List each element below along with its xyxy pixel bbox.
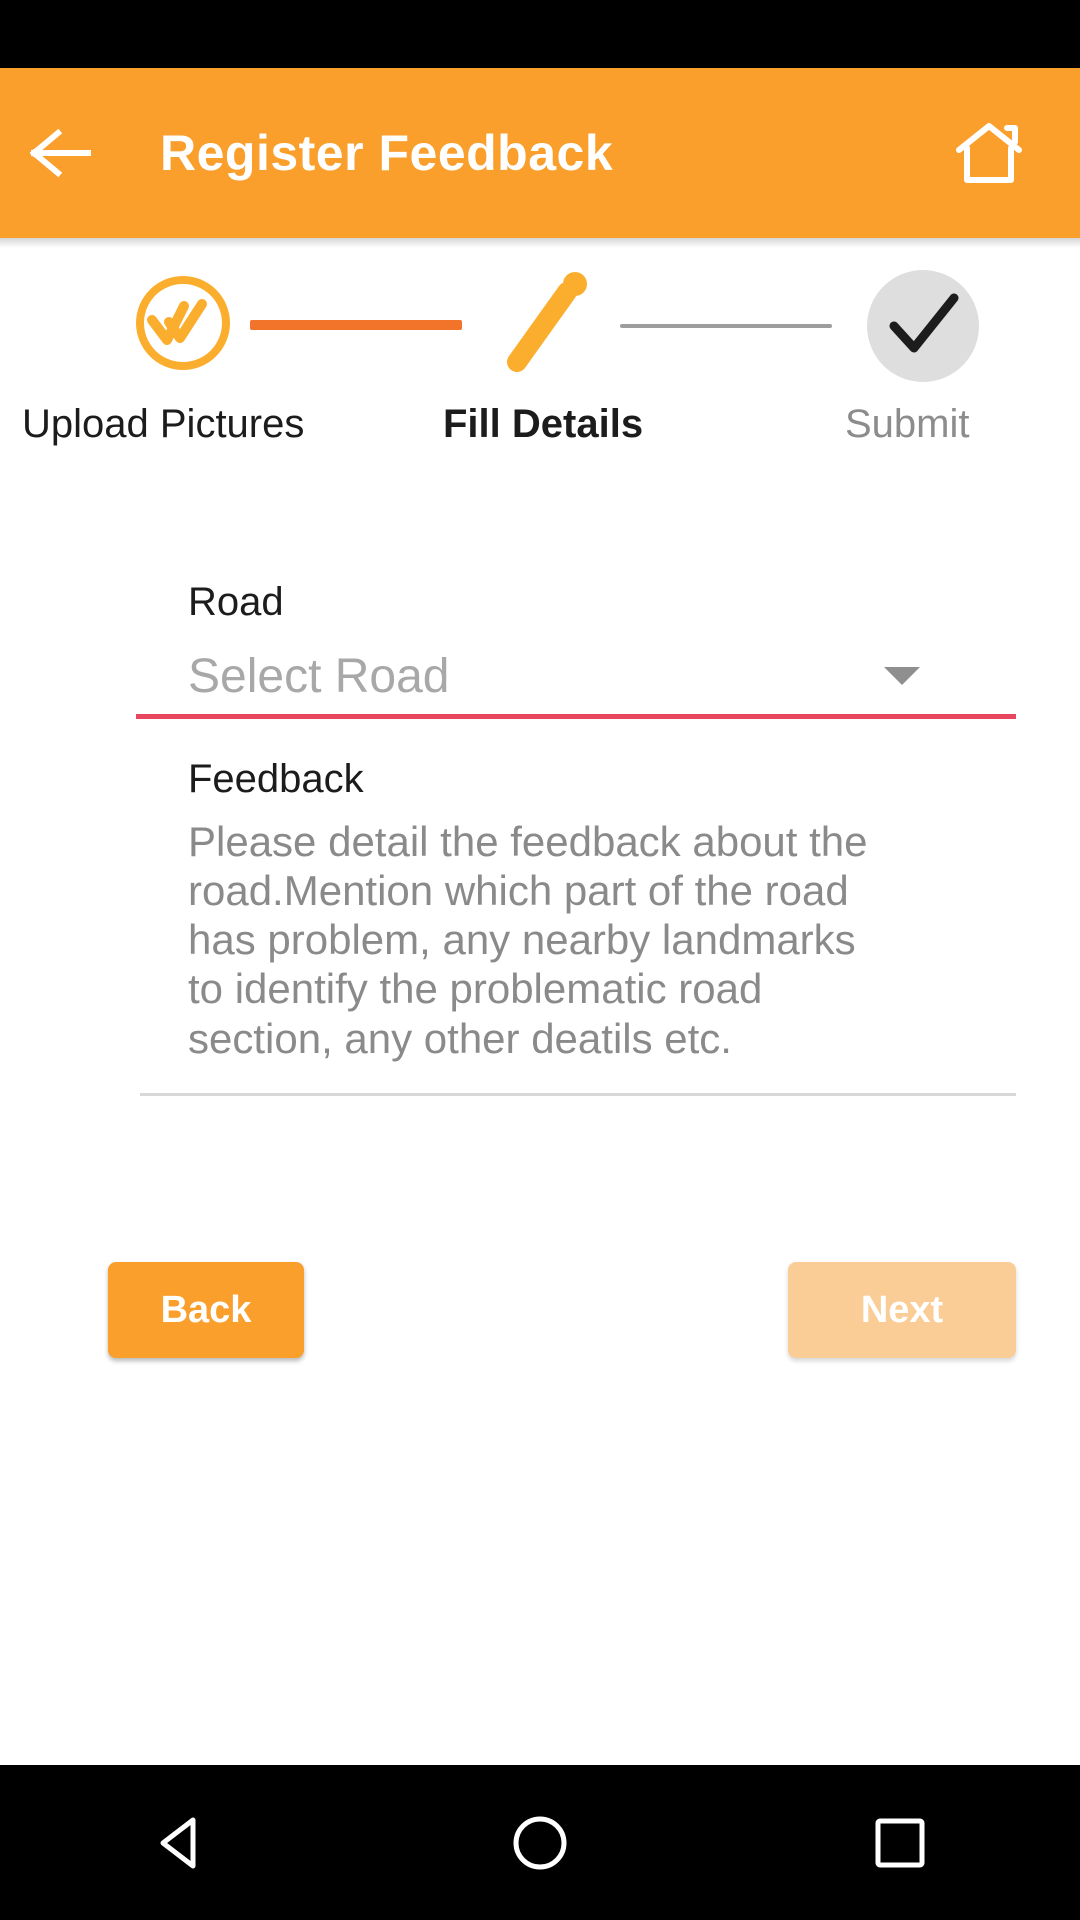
app-bar: Register Feedback bbox=[0, 68, 1080, 238]
app-screen: Register Feedback Upload Pictures Fill D… bbox=[0, 0, 1080, 1920]
form-actions: Back Next bbox=[0, 1262, 1080, 1382]
check-circle-icon bbox=[867, 270, 979, 382]
square-recents-icon bbox=[875, 1818, 925, 1867]
page-title: Register Feedback bbox=[160, 125, 614, 181]
road-dropdown-value: Select Road bbox=[188, 649, 450, 703]
nav-recents-button[interactable] bbox=[825, 1765, 975, 1920]
step-indicator-fill-details[interactable] bbox=[495, 262, 595, 389]
home-icon bbox=[956, 123, 1022, 183]
home-button[interactable] bbox=[946, 110, 1032, 196]
android-status-bar bbox=[0, 0, 1080, 68]
pencil-icon bbox=[507, 272, 587, 372]
triangle-back-icon bbox=[160, 1817, 196, 1868]
stepper-connector-completed bbox=[250, 320, 462, 330]
nav-back-button[interactable] bbox=[105, 1765, 255, 1920]
step-label-fill-details: Fill Details bbox=[443, 402, 644, 446]
chevron-down-icon[interactable] bbox=[884, 667, 920, 685]
next-button-action[interactable]: Next bbox=[788, 1262, 1016, 1358]
stepper-labels: Upload Pictures Fill Details Submit bbox=[0, 402, 1080, 472]
feedback-underline bbox=[140, 1092, 1016, 1096]
progress-stepper: Upload Pictures Fill Details Submit bbox=[0, 262, 1080, 472]
step-indicator-submit[interactable] bbox=[862, 262, 984, 389]
circle-home-icon bbox=[513, 1816, 567, 1869]
feedback-form: Road Select Road Feedback Please detail … bbox=[0, 580, 1080, 1096]
step-label-submit: Submit bbox=[845, 402, 970, 446]
back-button-action[interactable]: Back bbox=[108, 1262, 304, 1358]
feedback-textarea[interactable]: Please detail the feedback about the roa… bbox=[68, 817, 1012, 1063]
feedback-label: Feedback bbox=[188, 757, 364, 801]
road-field: Road Select Road bbox=[68, 580, 1016, 719]
stepper-connector-pending bbox=[620, 324, 832, 328]
nav-home-button[interactable] bbox=[465, 1765, 615, 1920]
android-nav-bar bbox=[0, 1765, 1080, 1920]
feedback-field: Feedback Please detail the feedback abou… bbox=[68, 757, 1016, 1096]
road-label: Road bbox=[188, 580, 284, 624]
double-check-circle-icon bbox=[136, 276, 230, 370]
back-button[interactable] bbox=[0, 68, 120, 238]
road-error-underline bbox=[136, 714, 1016, 719]
road-dropdown[interactable]: Select Road bbox=[68, 638, 1012, 714]
step-label-upload-pictures: Upload Pictures bbox=[22, 402, 305, 446]
step-indicator-upload-pictures[interactable] bbox=[122, 262, 244, 389]
app-bar-shadow bbox=[0, 238, 1080, 248]
stepper-icons bbox=[0, 262, 1080, 387]
arrow-left-icon bbox=[29, 128, 91, 178]
